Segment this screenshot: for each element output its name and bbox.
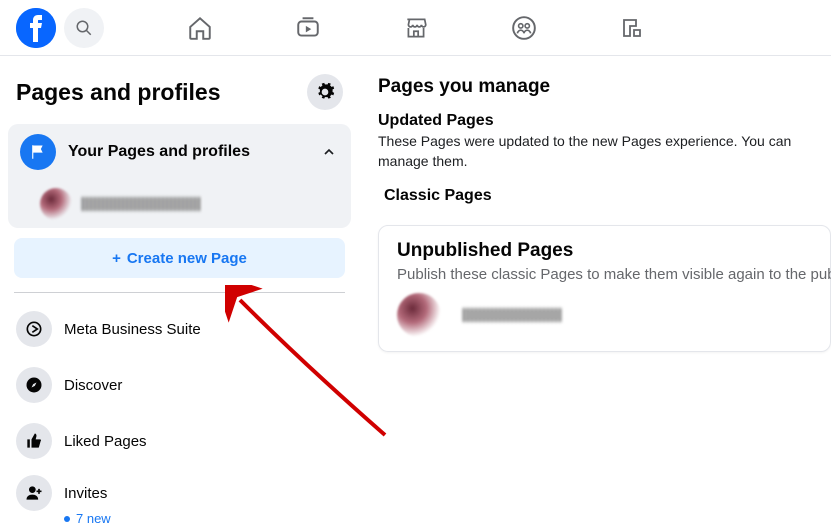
your-pages-section: Your Pages and profiles (8, 124, 351, 228)
your-pages-label: Your Pages and profiles (68, 143, 319, 161)
home-icon (187, 15, 213, 41)
unpublished-desc: Publish these classic Pages to make them… (397, 266, 812, 283)
updated-pages-desc: These Pages were updated to the new Page… (378, 132, 831, 171)
compass-icon (16, 367, 52, 403)
sidebar-item-meta-business-suite[interactable]: Meta Business Suite (8, 301, 351, 357)
unpublished-title: Unpublished Pages (397, 240, 812, 262)
sidebar-item-label: Discover (64, 377, 122, 394)
gaming-icon (620, 16, 644, 40)
sidebar-item-liked-pages[interactable]: Liked Pages (8, 413, 351, 469)
sidebar-item-label: Liked Pages (64, 433, 147, 450)
create-new-page-label: Create new Page (127, 250, 247, 267)
create-new-page-button[interactable]: + Create new Page (14, 238, 345, 278)
sidebar-header: Pages and profiles (8, 66, 351, 118)
unpublished-page-item[interactable] (397, 293, 812, 337)
sidebar-item-label: Invites (64, 485, 107, 502)
chevron-up-icon (319, 142, 339, 162)
sidebar-item-label: Meta Business Suite (64, 321, 201, 338)
meta-business-suite-icon (16, 311, 52, 347)
watch-tab[interactable] (294, 14, 322, 42)
facebook-logo[interactable] (16, 8, 56, 48)
watch-icon (295, 15, 321, 41)
sidebar-item-invites[interactable]: Invites 7 new (8, 469, 351, 532)
your-pages-toggle[interactable]: Your Pages and profiles (8, 124, 351, 180)
divider (14, 292, 345, 293)
sidebar-title: Pages and profiles (16, 79, 221, 106)
page-item[interactable] (8, 180, 351, 228)
dot-icon (64, 516, 70, 522)
sidebar: Pages and profiles Your Pages and profil… (0, 56, 360, 500)
marketplace-icon (403, 15, 429, 41)
groups-icon (511, 15, 537, 41)
plus-icon: + (112, 250, 121, 267)
groups-tab[interactable] (510, 14, 538, 42)
invites-badge: 7 new (64, 511, 343, 526)
nav-tabs (0, 0, 831, 56)
invites-count: 7 new (76, 511, 111, 526)
gear-icon (315, 82, 335, 102)
facebook-logo-icon (16, 8, 56, 48)
updated-pages-title: Updated Pages (378, 112, 831, 130)
page-name-redacted (82, 197, 202, 211)
main-area: Pages and profiles Your Pages and profil… (0, 56, 831, 500)
classic-pages-section: Classic Pages (378, 187, 831, 205)
content-area: Pages you manage Updated Pages These Pag… (360, 56, 831, 500)
page-avatar (40, 188, 72, 220)
invite-icon (16, 475, 52, 511)
search-button[interactable] (64, 8, 104, 48)
content-heading: Pages you manage (378, 76, 831, 98)
page-name-redacted (463, 308, 563, 322)
classic-pages-title: Classic Pages (384, 187, 831, 205)
home-tab[interactable] (186, 14, 214, 42)
gaming-tab[interactable] (618, 14, 646, 42)
flag-icon (20, 134, 56, 170)
marketplace-tab[interactable] (402, 14, 430, 42)
page-avatar (397, 293, 441, 337)
settings-button[interactable] (307, 74, 343, 110)
top-nav (0, 0, 831, 56)
thumb-up-icon (16, 423, 52, 459)
sidebar-item-discover[interactable]: Discover (8, 357, 351, 413)
unpublished-pages-card: Unpublished Pages Publish these classic … (378, 225, 831, 352)
search-icon (75, 19, 93, 37)
